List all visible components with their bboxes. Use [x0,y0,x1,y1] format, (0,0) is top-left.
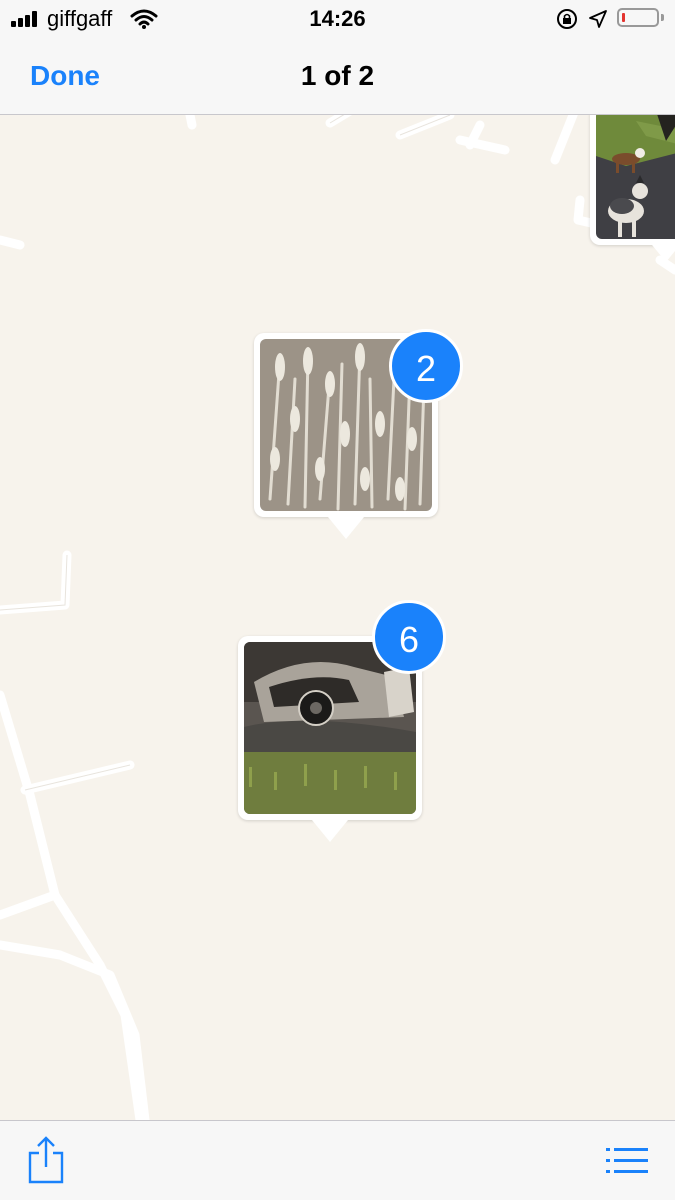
rotation-lock-icon [557,9,577,29]
photo-pin-dogs[interactable] [590,115,675,262]
map-view[interactable]: 2 6 [0,115,675,1120]
photo-count-badge: 2 [389,329,463,403]
photo-count-badge: 6 [372,600,446,674]
battery-icon [617,8,659,27]
share-icon[interactable] [27,1135,65,1185]
pin-pointer [328,517,364,539]
battery-level [622,13,625,22]
photo-pin-wheat[interactable]: 2 [254,329,464,543]
battery-nub [661,14,664,21]
navigation-bar: Done 1 of 2 [0,40,675,115]
status-bar: giffgaff 14:26 [0,0,675,40]
dogs-on-road-photo [596,115,675,239]
list-icon[interactable] [606,1146,648,1176]
location-arrow-icon [589,10,607,28]
pin-frame [590,115,675,245]
photo-pin-car[interactable]: 6 [238,600,448,846]
pin-pointer [312,820,348,842]
page-title: 1 of 2 [300,60,375,91]
map-roads [0,115,675,1120]
bottom-toolbar [0,1120,675,1200]
pin-pointer [648,240,675,262]
